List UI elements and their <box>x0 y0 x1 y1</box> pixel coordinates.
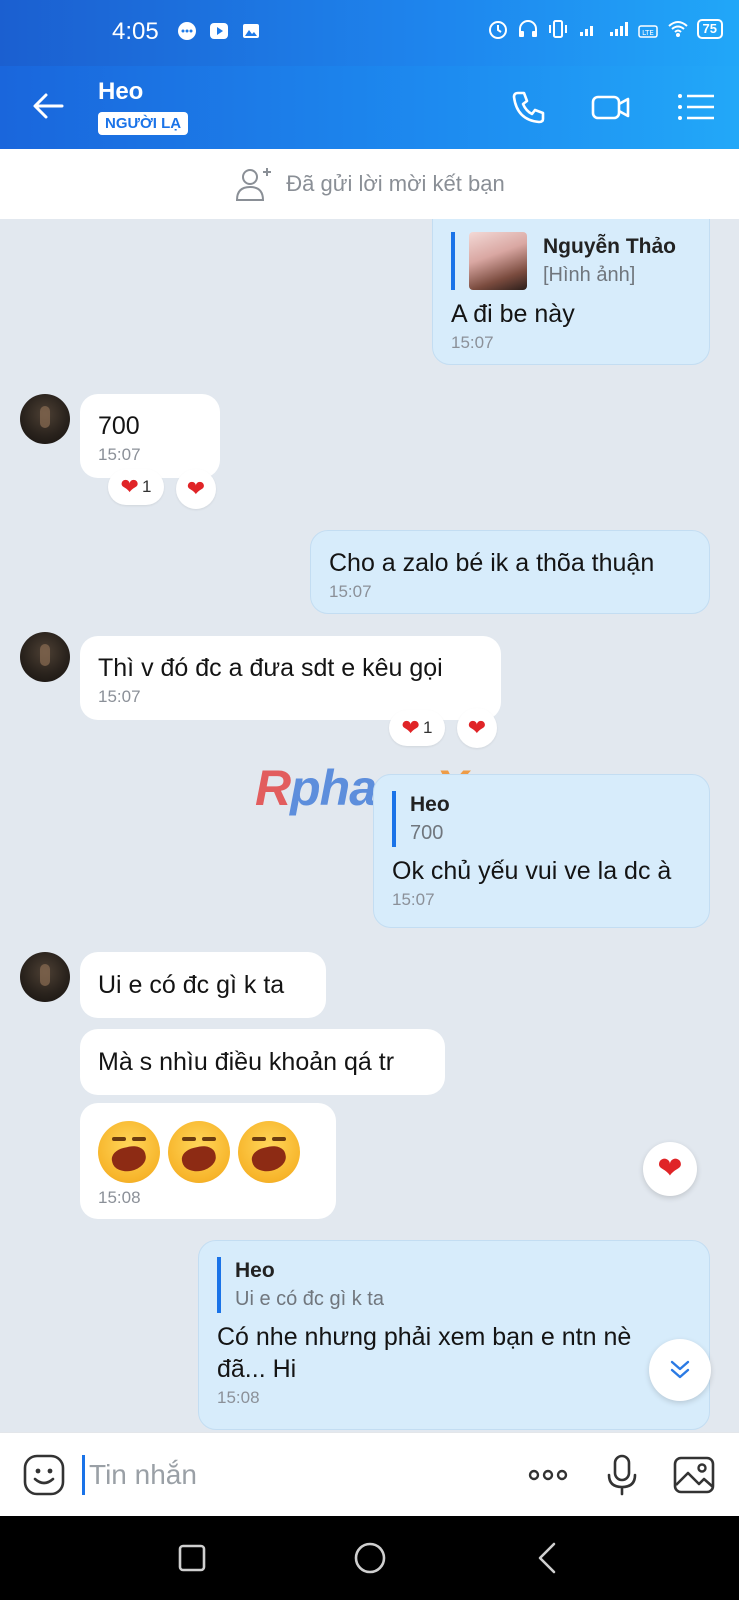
message-text: Ok chủ yếu vui ve la dc à <box>392 857 672 885</box>
heart-icon: ❤ <box>657 1152 683 1185</box>
message-text: Ui e có đc gì k ta <box>98 971 285 999</box>
contact-name[interactable]: Heo <box>98 78 143 106</box>
image-notification-icon <box>243 24 259 38</box>
battery-indicator: 75 <box>696 19 723 39</box>
menu-list-icon[interactable] <box>676 86 718 128</box>
vibrate-icon <box>548 20 567 38</box>
back-arrow-icon[interactable] <box>28 86 68 126</box>
friend-request-bar: Đã gửi lời mời kết bạn <box>0 149 739 219</box>
headphones-icon <box>518 20 537 37</box>
quoted-sender: Heo <box>410 793 450 816</box>
message-text: Cho a zalo bé ik a thõa thuận <box>329 549 655 577</box>
volte-icon: LTE <box>637 25 658 38</box>
laughing-emoji-icon <box>168 1121 230 1183</box>
message-time: 15:07 <box>98 445 141 464</box>
quoted-sender: Nguyễn Thảo <box>543 235 677 258</box>
message-bubble-incoming[interactable]: 700 15:07 <box>80 394 220 478</box>
heart-icon: ❤ <box>401 715 420 740</box>
laughing-emoji-icon <box>98 1121 160 1183</box>
message-time: 15:08 <box>217 1388 260 1407</box>
message-input-bar: Tin nhắn <box>0 1432 739 1516</box>
reaction-summary[interactable]: ❤ 1 <box>389 710 445 746</box>
contact-avatar[interactable] <box>20 632 70 682</box>
signal-icon-1 <box>579 26 593 36</box>
alarm-icon <box>488 21 507 39</box>
message-input[interactable]: Tin nhắn <box>82 1455 197 1495</box>
chat-header: Heo NGƯỜI LẠ <box>0 66 739 149</box>
react-button[interactable]: ❤ <box>457 708 497 748</box>
quoted-text: 700 <box>410 822 444 844</box>
react-button[interactable]: ❤ <box>176 469 216 509</box>
message-time: 15:07 <box>329 582 372 601</box>
microphone-icon[interactable] <box>600 1453 644 1497</box>
reaction-summary[interactable]: ❤ 1 <box>108 469 164 505</box>
heart-icon: ❤ <box>120 474 139 499</box>
recent-apps-icon[interactable] <box>172 1538 212 1578</box>
message-bubble-outgoing[interactable]: Cho a zalo bé ik a thõa thuận 15:07 <box>310 530 710 614</box>
phone-call-icon[interactable] <box>508 86 550 128</box>
contact-avatar[interactable] <box>20 952 70 1002</box>
back-nav-icon[interactable] <box>528 1538 568 1578</box>
home-icon[interactable] <box>350 1538 390 1578</box>
message-text: A đi be này <box>451 300 575 328</box>
video-call-icon[interactable] <box>590 86 632 128</box>
message-text: Mà s nhìu điều khoản qá tr <box>98 1048 395 1076</box>
quoted-text: Ui e có đc gì k ta <box>235 1288 384 1310</box>
message-bubble-outgoing[interactable]: Heo 700 Ok chủ yếu vui ve la dc à 15:07 <box>373 774 710 928</box>
message-text: Thì v đó đc a đưa sdt e kêu gọi <box>98 654 443 682</box>
message-bubble-emoji[interactable]: 15:08 <box>80 1103 336 1219</box>
svg-text:LTE: LTE <box>642 29 654 37</box>
quoted-message[interactable]: Heo 700 <box>392 791 691 847</box>
message-bubble-incoming[interactable]: Ui e có đc gì k ta <box>80 952 326 1018</box>
chat-notification-icon <box>178 22 196 40</box>
message-bubble-incoming[interactable]: Mà s nhìu điều khoản qá tr <box>80 1029 445 1095</box>
quoted-text: [Hình ảnh] <box>543 264 636 286</box>
message-bubble-outgoing[interactable]: Nguyễn Thảo [Hình ảnh] A đi be này 15:07 <box>432 219 710 365</box>
message-time: 15:08 <box>98 1188 141 1207</box>
wifi-icon <box>667 21 688 37</box>
message-text: Có nhe nhưng phải xem bạn e ntn nè đã...… <box>217 1323 632 1383</box>
system-navigation-bar <box>0 1516 739 1600</box>
message-text: 700 <box>98 412 140 440</box>
status-bar: 4:05 LTE 75 <box>0 0 739 66</box>
double-chevron-down-icon <box>670 1360 690 1379</box>
friend-request-text: Đã gửi lời mời kết bạn <box>286 171 505 196</box>
contact-avatar[interactable] <box>20 394 70 444</box>
more-options-icon[interactable] <box>526 1453 570 1497</box>
message-time: 15:07 <box>451 333 494 352</box>
add-friend-icon <box>236 168 272 201</box>
message-bubble-incoming[interactable]: Thì v đó đc a đưa sdt e kêu gọi 15:07 <box>80 636 501 720</box>
sticker-emoji-icon[interactable] <box>22 1453 66 1497</box>
quick-heart-react-button[interactable]: ❤ <box>643 1142 697 1196</box>
status-time: 4:05 <box>112 18 159 45</box>
message-time: 15:07 <box>392 890 435 909</box>
stranger-badge: NGƯỜI LẠ <box>98 112 189 135</box>
laughing-emoji-icon <box>238 1121 300 1183</box>
quoted-image-thumbnail[interactable] <box>469 232 527 290</box>
heart-icon: ❤ <box>186 476 206 501</box>
chat-area[interactable]: Nguyễn Thảo [Hình ảnh] A đi be này 15:07… <box>0 219 739 1432</box>
scroll-to-bottom-button[interactable] <box>649 1339 711 1401</box>
image-gallery-icon[interactable] <box>672 1453 716 1497</box>
video-notification-icon <box>210 23 228 39</box>
message-time: 15:07 <box>98 687 141 706</box>
heart-icon: ❤ <box>467 715 487 740</box>
quoted-message[interactable]: Nguyễn Thảo [Hình ảnh] <box>451 232 691 290</box>
message-bubble-outgoing[interactable]: Heo Ui e có đc gì k ta Có nhe nhưng phải… <box>198 1240 710 1430</box>
quoted-sender: Heo <box>235 1259 275 1282</box>
signal-icon-2 <box>609 22 628 36</box>
quoted-message[interactable]: Heo Ui e có đc gì k ta <box>217 1257 691 1313</box>
